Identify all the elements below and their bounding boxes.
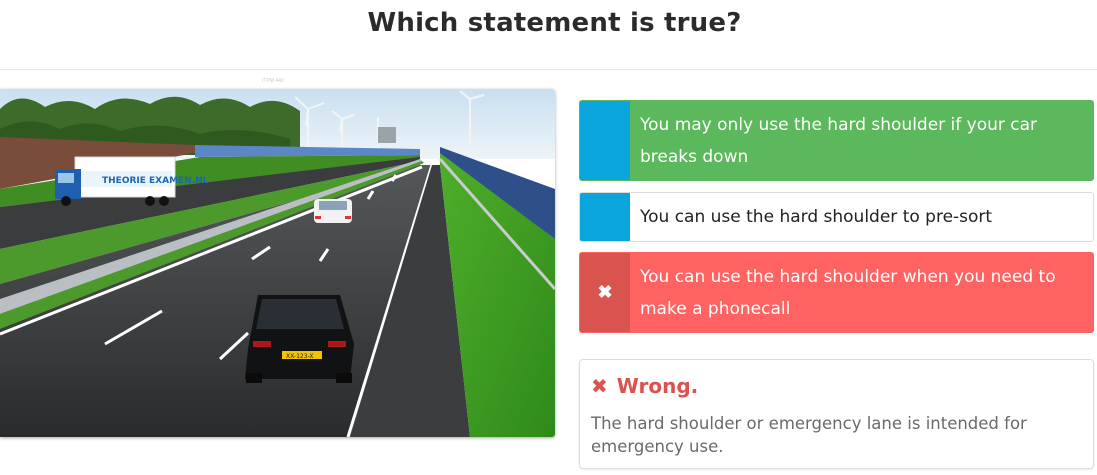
answer-marker [580,101,630,180]
question-image: THEORIE EXAMEN.NL XX-123-X [0,89,555,437]
answer-text: You can use the hard shoulder when you n… [640,266,1056,319]
highway-scene: THEORIE EXAMEN.NL XX-123-X [0,89,555,437]
black-suv: XX-123-X [245,295,354,383]
answer-marker [580,193,630,241]
page-header: Which statement is true? [0,0,1097,70]
truck-brand-text: THEORIE EXAMEN.NL [102,176,209,186]
feedback-panel: ✖ Wrong. The hard shoulder or emergency … [579,359,1094,469]
question-title: Which statement is true? [367,8,742,38]
answer-option-3[interactable]: ✖ You can use the hard shoulder when you… [579,252,1094,333]
feedback-status: Wrong. [616,374,699,398]
license-plate: XX-123-X [286,353,314,360]
white-car [314,199,352,223]
wrong-mark-icon: ✖ [580,253,630,332]
close-x-icon: ✖ [591,374,608,398]
feedback-explanation: The hard shoulder or emergency lane is i… [591,414,1027,456]
answer-text: You can use the hard shoulder to pre-sor… [640,207,993,227]
feedback-header: ✖ Wrong. [591,374,1082,398]
answer-option-2[interactable]: You can use the hard shoulder to pre-sor… [579,192,1094,242]
image-credit: ITPM 440 [262,78,284,84]
answer-text: You may only use the hard shoulder if yo… [640,114,1038,167]
answer-option-1[interactable]: You may only use the hard shoulder if yo… [579,100,1094,181]
